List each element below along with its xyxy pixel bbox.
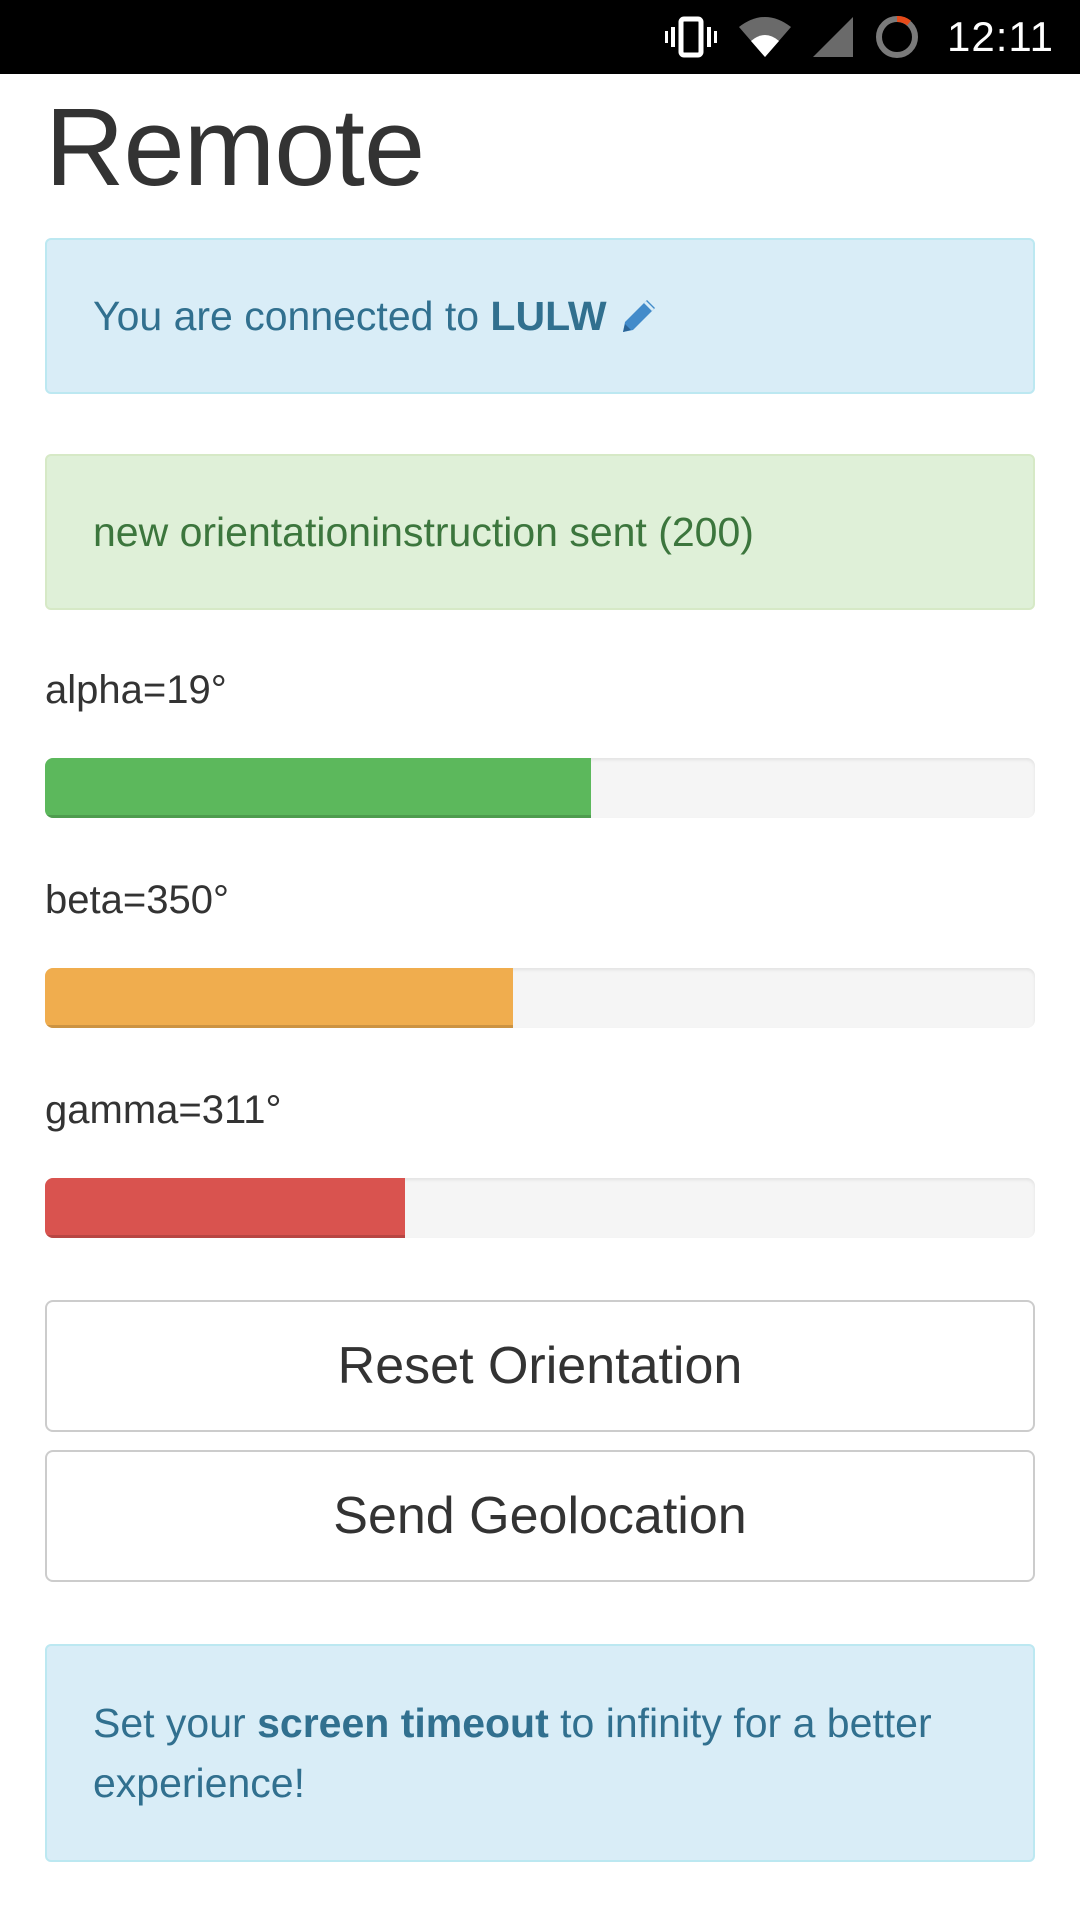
status-message: new orientationinstruction sent (200) <box>93 508 754 555</box>
wifi-icon <box>737 15 793 59</box>
connection-text: You are connected to LULW <box>93 293 607 340</box>
beta-label: beta=350° <box>45 878 229 922</box>
timeout-prefix: Set your <box>93 1700 258 1746</box>
timeout-alert: Set your screen timeout to infinity for … <box>45 1644 1035 1862</box>
status-icons: 12:11 <box>645 0 1054 74</box>
connection-prefix: You are connected to <box>93 292 491 339</box>
page-title: Remote <box>45 86 425 209</box>
alpha-progress-bar <box>45 758 592 818</box>
gamma-label: gamma=311° <box>45 1088 282 1132</box>
timeout-text: Set your screen timeout to infinity for … <box>93 1693 987 1813</box>
vibrate-icon <box>663 15 719 59</box>
pencil-icon[interactable] <box>617 294 661 338</box>
reset-orientation-button[interactable]: Reset Orientation <box>45 1300 1035 1432</box>
alpha-label: alpha=19° <box>45 668 227 712</box>
status-alert: new orientationinstruction sent (200) <box>45 454 1035 610</box>
beta-progress-bar <box>45 968 514 1028</box>
alpha-progress <box>45 758 1035 818</box>
status-bar: 12:11 <box>0 0 1080 74</box>
gamma-progress <box>45 1178 1035 1238</box>
gamma-progress-bar <box>45 1178 406 1238</box>
timeout-emphasis: screen timeout <box>257 1700 549 1746</box>
connection-alert: You are connected to LULW <box>45 238 1035 394</box>
beta-progress <box>45 968 1035 1028</box>
send-geolocation-button[interactable]: Send Geolocation <box>45 1450 1035 1582</box>
loading-icon <box>873 13 921 61</box>
signal-icon <box>811 15 855 59</box>
clock: 12:11 <box>947 13 1054 60</box>
device-name: LULW <box>490 292 607 339</box>
